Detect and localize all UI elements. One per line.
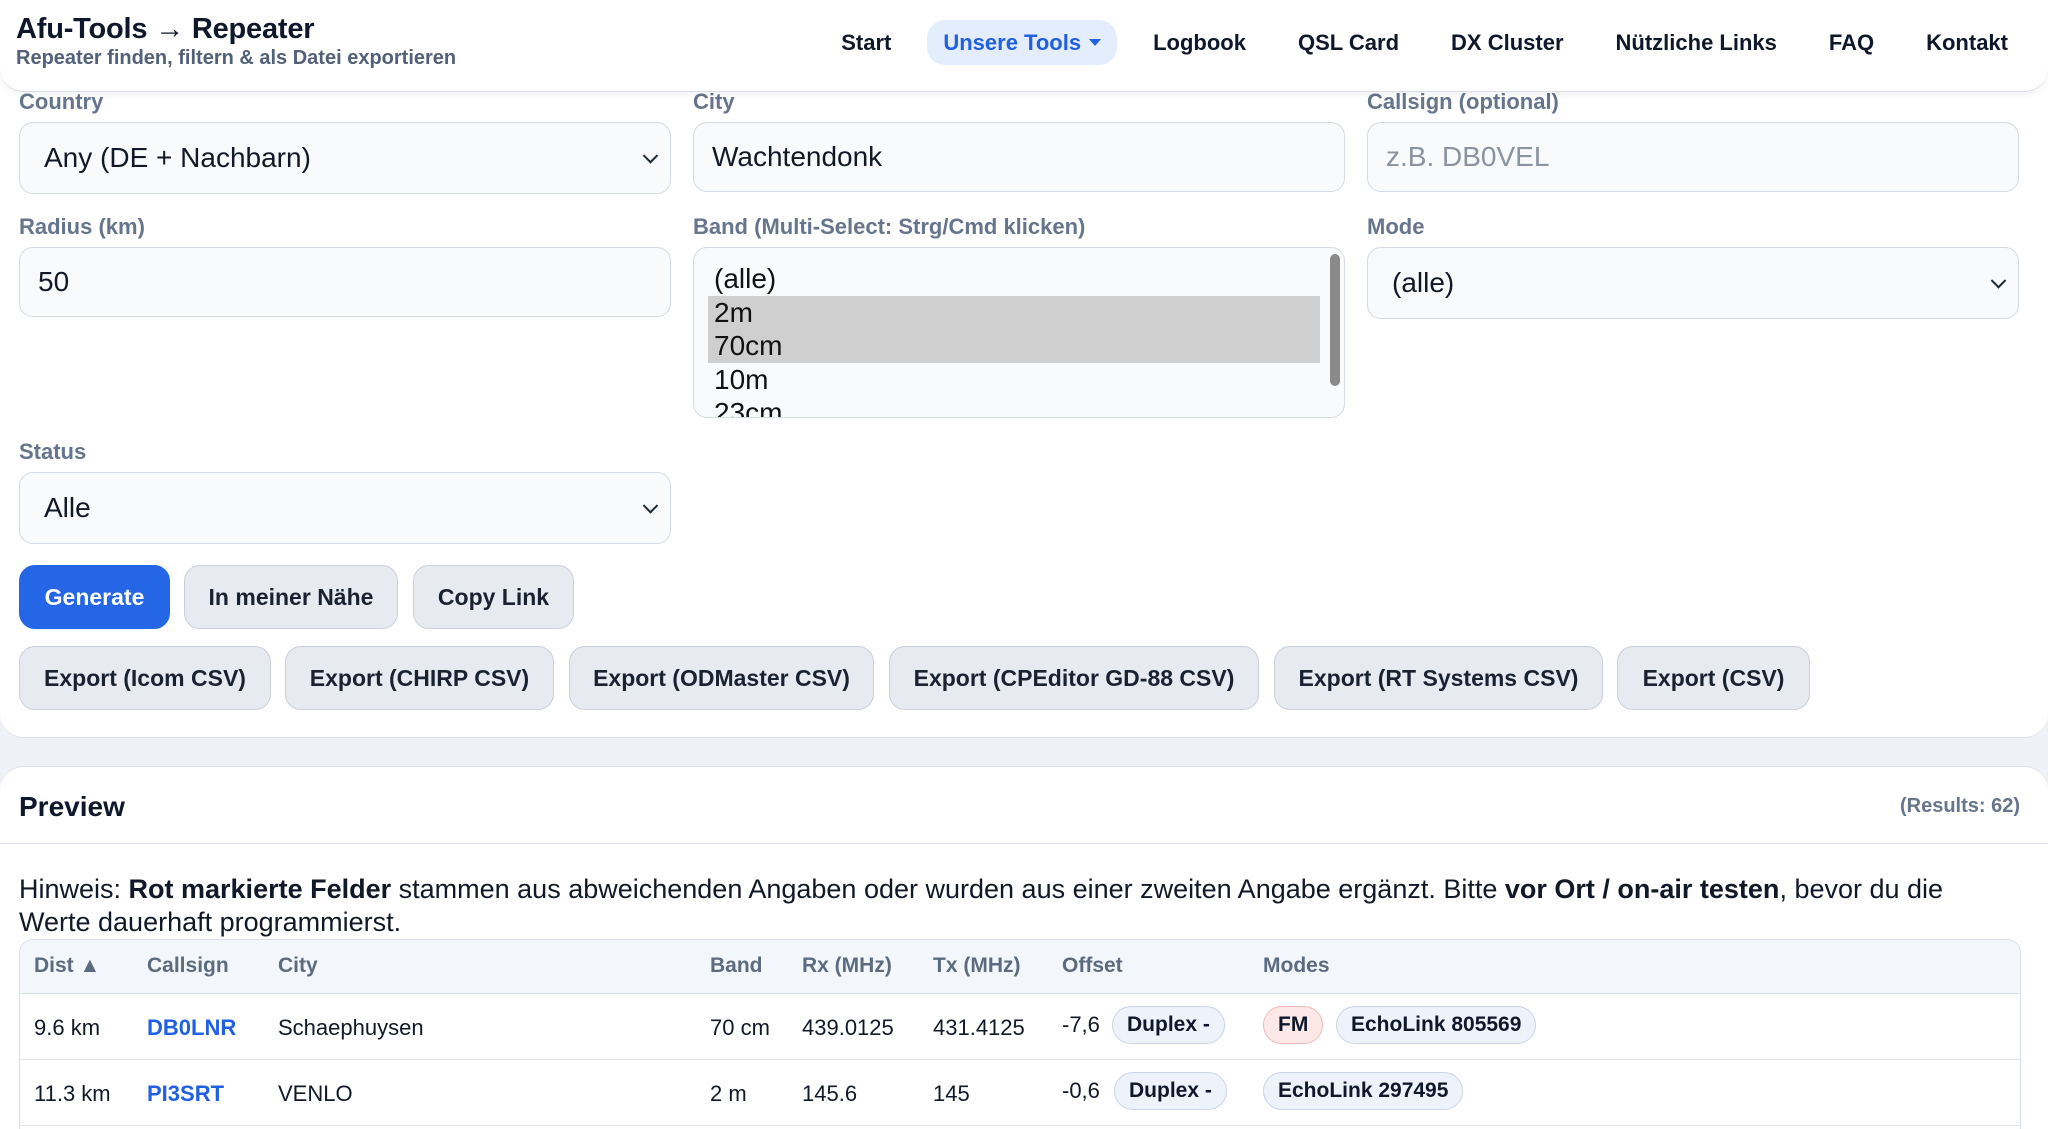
export-icom-button[interactable]: Export (Icom CSV) [19, 646, 271, 710]
cell-dist: 11.3 km [34, 1081, 111, 1106]
cell-offset: -0,6 [1062, 1078, 1100, 1103]
col-band[interactable]: Band [710, 954, 763, 978]
mode-value: (alle) [1392, 267, 1455, 298]
nav-faq[interactable]: FAQ [1803, 20, 1900, 65]
filter-form-card: Country Any (DE + Nachbarn) City Wachten… [0, 68, 2048, 738]
preview-title: Preview [19, 791, 125, 822]
brand-subtitle: Repeater finden, filtern & als Datei exp… [16, 47, 457, 69]
col-callsign[interactable]: Callsign [147, 954, 229, 978]
duplex-badge: Duplex - [1114, 1072, 1227, 1110]
cell-city: Schaephuysen [278, 1015, 424, 1040]
band-label: Band (Multi-Select: Strg/Cmd klicken) [693, 214, 1086, 239]
nav-unsere-tools[interactable]: Unsere Tools [927, 20, 1118, 65]
preview-card: Preview (Results: 62) Hinweis: Rot marki… [0, 766, 2048, 1129]
export-odmaster-button[interactable]: Export (ODMaster CSV) [569, 646, 874, 710]
copy-link-button[interactable]: Copy Link [413, 565, 574, 629]
country-select[interactable]: Any (DE + Nachbarn) [19, 122, 671, 194]
duplex-badge: Duplex - [1112, 1006, 1225, 1044]
top-nav-bar: Afu-Tools → Repeater Repeater finden, fi… [0, 0, 2048, 92]
band-option-alle[interactable]: (alle) [708, 262, 1320, 296]
nav-nuetzliche-links[interactable]: Nützliche Links [1590, 20, 1803, 65]
band-option-2m[interactable]: 2m [708, 296, 1320, 330]
hint-middle: stammen aus abweichenden Angaben oder wu… [391, 874, 1505, 904]
hint-bold-test: vor Ort / on-air testen [1504, 874, 1780, 904]
cell-rx: 439.0125 [802, 1015, 894, 1040]
status-value: Alle [44, 492, 91, 523]
country-value: Any (DE + Nachbarn) [44, 142, 311, 173]
export-csv-button[interactable]: Export (CSV) [1617, 646, 1810, 710]
export-chirp-button[interactable]: Export (CHIRP CSV) [285, 646, 554, 710]
export-cpeditor-button[interactable]: Export (CPEditor GD-88 CSV) [889, 646, 1259, 710]
cell-rx: 145.6 [802, 1081, 858, 1106]
radius-label: Radius (km) [19, 214, 145, 239]
callsign-label: Callsign (optional) [1367, 89, 1559, 114]
callsign-input[interactable]: z.B. DB0VEL [1367, 122, 2019, 192]
col-modes[interactable]: Modes [1263, 954, 1330, 978]
mode-label: Mode [1367, 214, 1425, 239]
cell-band: 2 m [710, 1081, 747, 1106]
divider [0, 843, 2048, 844]
main-nav: Start Unsere Tools Logbook QSL Card DX C… [815, 20, 2034, 65]
status-label: Status [19, 439, 87, 464]
cell-city: VENLO [278, 1081, 353, 1106]
cell-offset: -7,6 [1062, 1012, 1100, 1037]
nav-start[interactable]: Start [815, 20, 917, 65]
mode-badge-echolink: EchoLink 297495 [1263, 1072, 1464, 1110]
city-value: Wachtendonk [712, 141, 883, 172]
results-count: (Results: 62) [1899, 795, 2020, 817]
hint-bold-red-fields: Rot markierte Felder [128, 874, 392, 904]
band-option-10m[interactable]: 10m [708, 363, 1320, 397]
radius-value: 50 [38, 266, 70, 297]
col-tx[interactable]: Tx (MHz) [933, 954, 1021, 978]
nav-logbook[interactable]: Logbook [1127, 20, 1272, 65]
cell-tx: 145 [933, 1081, 970, 1106]
col-offset[interactable]: Offset [1062, 954, 1123, 978]
mode-select[interactable]: (alle) [1367, 247, 2019, 319]
callsign-placeholder: z.B. DB0VEL [1386, 141, 1550, 172]
table-header: Dist ▲ Callsign City Band Rx (MHz) Tx (M… [20, 940, 2020, 994]
chevron-down-icon [642, 148, 659, 164]
mode-badge-fm: FM [1263, 1006, 1324, 1044]
col-rx[interactable]: Rx (MHz) [802, 954, 892, 978]
band-option-70cm[interactable]: 70cm [708, 329, 1320, 363]
brand-title[interactable]: Afu-Tools → Repeater [16, 13, 315, 46]
city-input[interactable]: Wachtendonk [693, 122, 1345, 192]
chevron-down-icon [1990, 273, 2007, 289]
nav-kontakt[interactable]: Kontakt [1900, 20, 2034, 65]
hint-text: Hinweis: Rot markierte Felder stammen au… [19, 873, 2019, 939]
hint-prefix: Hinweis: [19, 874, 129, 904]
band-option-23cm[interactable]: 23cm [708, 396, 1320, 417]
export-rtsystems-button[interactable]: Export (RT Systems CSV) [1274, 646, 1603, 710]
mode-badge-echolink: EchoLink 805569 [1336, 1006, 1537, 1044]
col-city[interactable]: City [278, 954, 318, 978]
cell-tx: 431.4125 [933, 1015, 1025, 1040]
nav-dx-cluster[interactable]: DX Cluster [1425, 20, 1589, 65]
country-label: Country [19, 89, 104, 114]
caret-down-icon [1089, 39, 1102, 46]
cell-dist: 9.6 km [34, 1015, 101, 1040]
results-table: Dist ▲ Callsign City Band Rx (MHz) Tx (M… [19, 939, 2021, 1129]
cell-band: 70 cm [710, 1015, 770, 1040]
city-label: City [693, 89, 735, 114]
nav-qsl-card[interactable]: QSL Card [1272, 20, 1425, 65]
radius-input[interactable]: 50 [19, 247, 671, 317]
table-row: 11.3 km PI3SRT VENLO 2 m 145.6 145 -0,6 … [20, 1060, 2020, 1126]
chevron-down-icon [642, 498, 659, 514]
table-row: 9.6 km DB0LNR Schaephuysen 70 cm 439.012… [20, 994, 2020, 1060]
col-dist-sort[interactable]: Dist ▲ [34, 954, 100, 978]
cell-callsign-link[interactable]: PI3SRT [147, 1081, 224, 1107]
generate-button[interactable]: Generate [19, 565, 170, 629]
cell-callsign-link[interactable]: DB0LNR [147, 1015, 236, 1041]
band-scrollbar[interactable] [1330, 254, 1340, 386]
status-select[interactable]: Alle [19, 472, 671, 544]
nav-unsere-tools-label: Unsere Tools [943, 29, 1082, 55]
band-multiselect[interactable]: (alle) 2m 70cm 10m 23cm [693, 247, 1345, 418]
nearby-button[interactable]: In meiner Nähe [184, 565, 398, 629]
